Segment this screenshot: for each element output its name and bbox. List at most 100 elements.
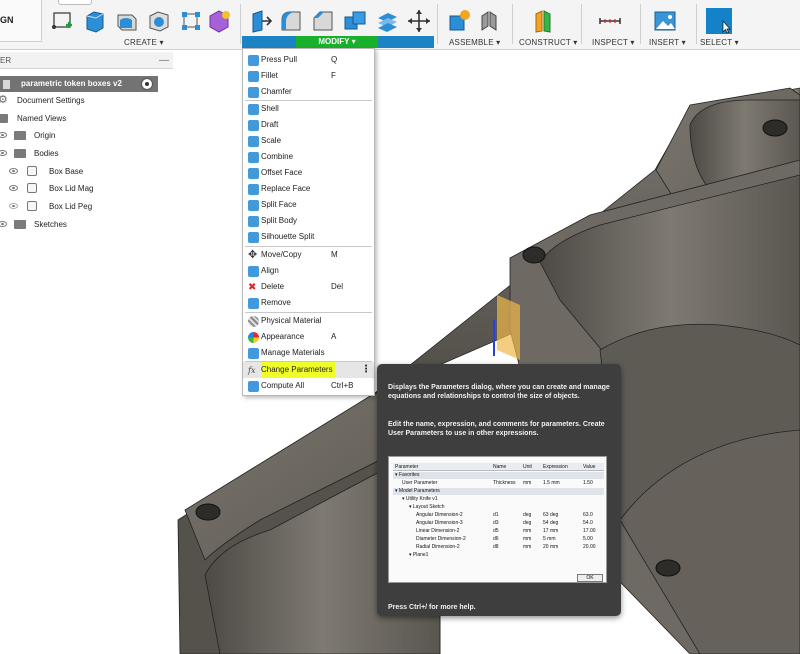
menu-item-fillet[interactable]: Fillet F [243,68,374,84]
body-icon [27,166,37,176]
press-pull-tool-icon[interactable] [248,8,274,34]
table-row: ▾ Model Parameters [393,488,604,495]
menu-item-split-body[interactable]: Split Body [243,213,374,229]
table-header-cell: Unit [523,464,532,470]
browser-item-label: Document Settings [17,96,85,105]
measure-icon[interactable] [597,8,623,34]
menu-item-chamfer[interactable]: Chamfer [243,84,374,100]
workspace-switcher-button[interactable]: GN [0,0,42,42]
chamfer-tool-icon[interactable] [310,8,336,34]
menu-item-label: Physical Material [261,316,322,325]
screw-hole [195,503,221,521]
toolbar-separator [512,4,513,44]
menu-item-label: Split Face [261,200,297,209]
menu-item-compute-all[interactable]: Compute All Ctrl+B [243,378,374,394]
menu-item-silhouette-split[interactable]: Silhouette Split [243,229,374,245]
eye-hidden-icon[interactable] [9,203,18,209]
table-cell: mm [523,536,532,542]
menu-item-replace-face[interactable]: Replace Face [243,181,374,197]
insert-menu-label[interactable]: INSERT ▾ [649,38,686,47]
menu-item-combine[interactable]: Combine [243,149,374,165]
assemble-menu-label[interactable]: ASSEMBLE ▾ [449,38,500,47]
menu-item-label: Chamfer [261,87,292,96]
more-options-icon[interactable]: ⋮ [361,362,371,378]
modify-dropdown-menu: Press Pull Q Fillet F Chamfer Shell Draft Scale… [242,48,375,396]
fillet-tool-icon[interactable] [278,8,304,34]
new-component-icon[interactable] [446,8,472,34]
menu-item-draft[interactable]: Draft [243,117,374,133]
active-radio-icon[interactable] [141,78,153,90]
menu-item-press-pull[interactable]: Press Pull Q [243,52,374,68]
menu-item-shortcut: Ctrl+B [331,381,354,390]
pattern-icon[interactable] [178,8,204,34]
menu-item-remove[interactable]: Remove [243,295,374,311]
modify-menu-bar[interactable]: MODIFY ▾ [242,36,434,48]
eye-icon[interactable] [9,185,18,191]
select-tool-button[interactable] [706,8,732,34]
menu-item-manage-materials[interactable]: Manage Materials [243,345,374,361]
menu-item-physical-material[interactable]: Physical Material [243,313,374,329]
menu-item-label: Move/Copy [261,250,302,259]
table-cell: Linear Dimension-2 [416,528,460,534]
combine-tool-icon[interactable] [342,8,368,34]
collapse-panel-icon[interactable]: — [159,52,169,69]
tooltip-details: Edit the name, expression, and comments … [388,421,605,437]
hole-icon[interactable] [146,8,172,34]
offset-face-icon [248,168,259,179]
browser-panel: ER — parametric token boxes v2 ⚙ Documen… [0,52,173,242]
toolbar-separator [640,4,641,44]
menu-item-offset-face[interactable]: Offset Face [243,165,374,181]
table-row: ▾ Plane1 [393,552,604,559]
table-cell: d6 [493,536,499,542]
table-cell: 5.00 [583,536,593,542]
menu-item-shortcut: F [331,71,336,80]
menu-item-align[interactable]: Align [243,263,374,279]
menu-item-label: Manage Materials [261,348,325,357]
move-copy-tool-icon[interactable] [406,8,432,34]
tab-solid[interactable] [58,0,92,5]
select-menu-label[interactable]: SELECT ▾ [700,38,739,47]
table-header-cell: Parameter [395,464,419,470]
table-cell: 54 deg [543,520,559,526]
menu-item-label: Scale [261,136,282,145]
tooltip-help-hint: Press Ctrl+/ for more help. [388,604,476,611]
create-sketch-icon[interactable] [50,8,76,34]
menu-item-scale[interactable]: Scale [243,133,374,149]
modify-menu-label[interactable]: MODIFY ▾ [296,36,378,48]
silhouette-split-icon [248,232,259,243]
inspect-menu-label[interactable]: INSPECT ▾ [592,38,635,47]
offset-face-tool-icon[interactable] [374,8,400,34]
revolve-icon[interactable] [114,8,140,34]
folder-icon [14,131,26,140]
menu-item-delete[interactable]: ✖ Delete Del [243,279,374,295]
screw-hole [762,119,788,137]
fillet-icon [248,71,259,82]
folder-icon [14,149,26,158]
table-cell: d3 [493,520,499,526]
eye-icon[interactable] [9,168,18,174]
insert-image-icon[interactable] [652,8,678,34]
eye-icon[interactable] [0,132,7,138]
menu-item-move-copy[interactable]: ✥ Move/Copy M [243,247,374,263]
create-menu-label[interactable]: CREATE ▾ [124,38,164,47]
eye-icon[interactable] [0,221,7,227]
browser-root-document[interactable]: parametric token boxes v2 [0,76,158,92]
table-cell: 20.00 [583,544,596,550]
parameters-table-header: Parameter Name Unit Expression Value [393,463,604,471]
table-cell: d8 [493,544,499,550]
joint-icon[interactable] [476,8,502,34]
offset-plane-icon[interactable] [530,8,556,34]
browser-title: ER [0,56,12,65]
folder-icon [14,220,26,229]
eye-icon[interactable] [0,150,7,156]
form-icon[interactable] [206,8,232,34]
table-header-cell: Expression [543,464,568,470]
menu-item-shell[interactable]: Shell [243,101,374,117]
menu-item-shortcut: A [331,332,337,341]
extrude-icon[interactable] [82,8,108,34]
browser-item-label: Box Lid Peg [49,202,93,211]
menu-item-change-parameters[interactable]: fx Change Parameters ⋮ [243,362,374,378]
construct-menu-label[interactable]: CONSTRUCT ▾ [519,38,578,47]
menu-item-split-face[interactable]: Split Face [243,197,374,213]
menu-item-appearance[interactable]: Appearance A [243,329,374,345]
